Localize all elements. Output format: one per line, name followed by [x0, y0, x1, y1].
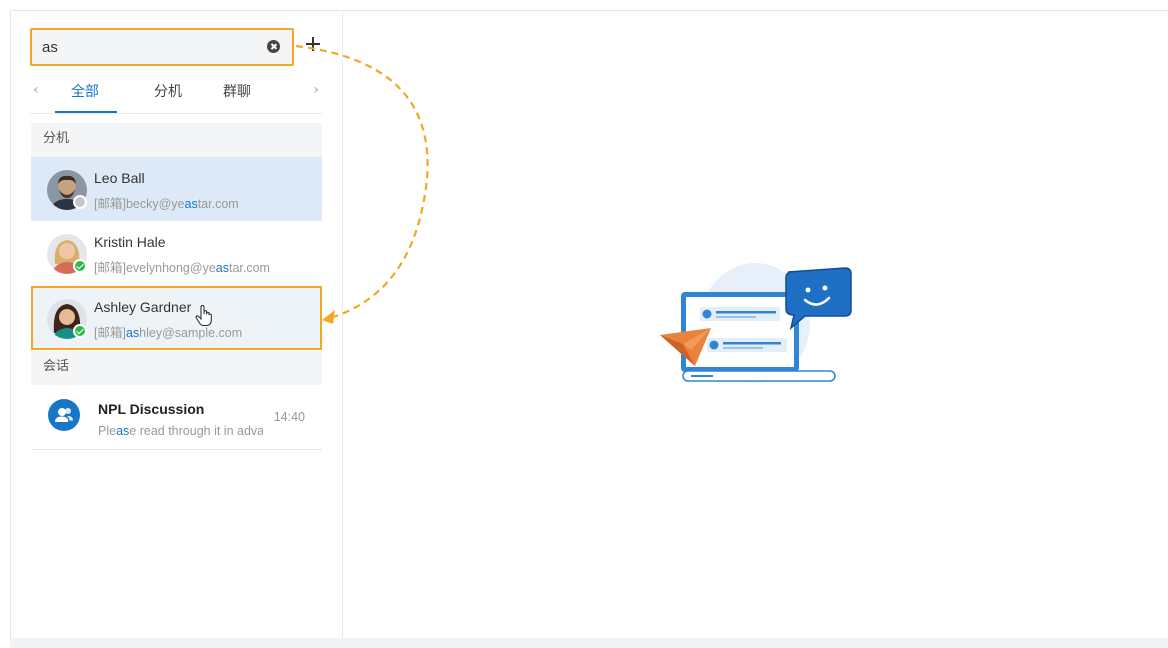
annotation-arrow: [295, 44, 429, 324]
chat-illustration: [660, 263, 852, 383]
